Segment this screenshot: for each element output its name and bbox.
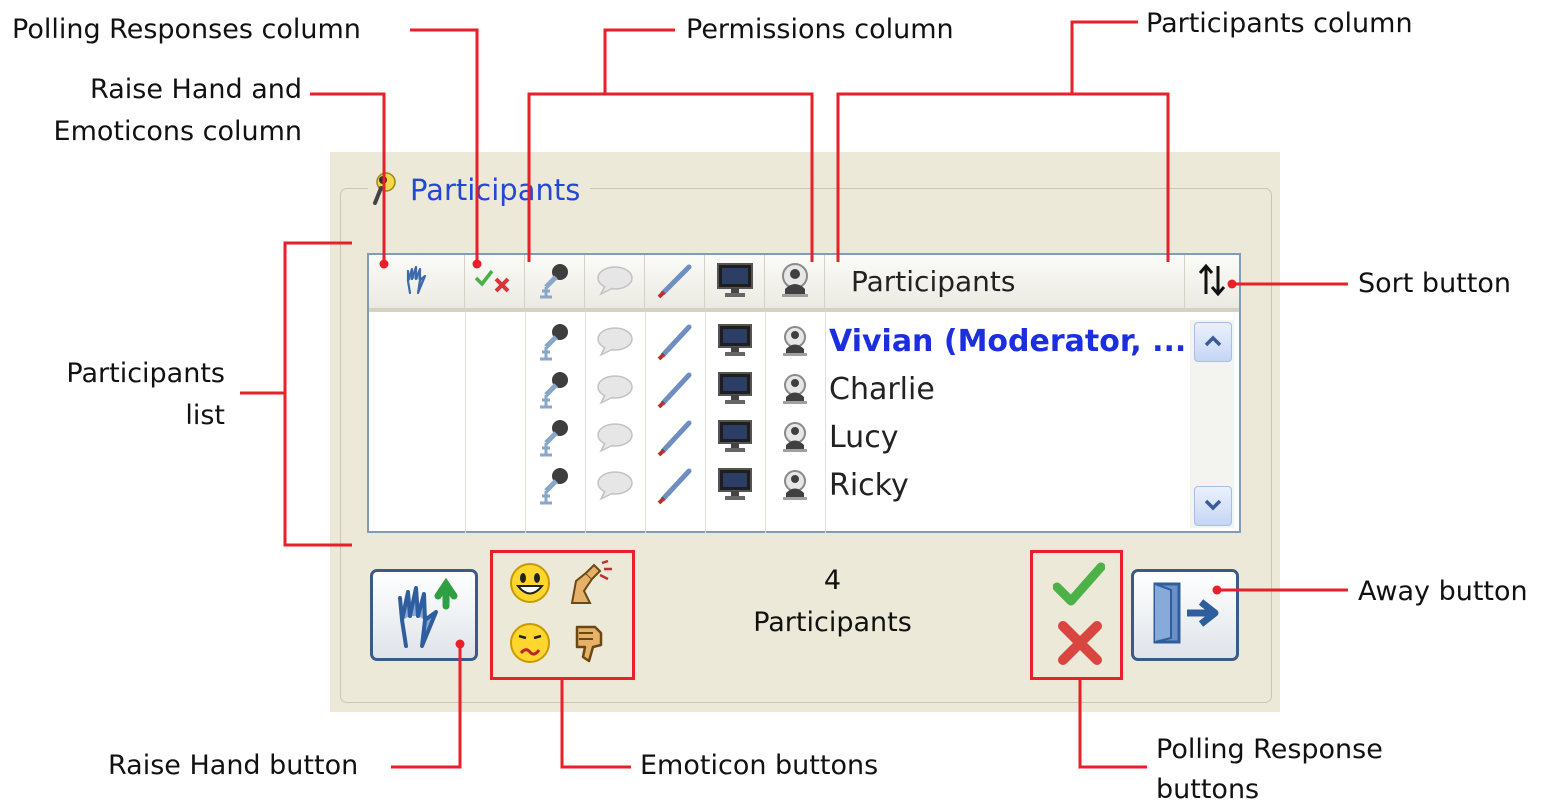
away-button[interactable] bbox=[1131, 569, 1239, 661]
scroll-down-button[interactable] bbox=[1194, 486, 1232, 526]
participant-name: Lucy bbox=[829, 419, 899, 455]
callout-raise-hand-column-line2: Emoticons column bbox=[53, 116, 302, 147]
microphone-icon bbox=[536, 261, 574, 303]
monitor-icon bbox=[715, 261, 755, 303]
polling-buttons-highlight bbox=[1030, 550, 1123, 680]
participant-row[interactable]: Lucy bbox=[369, 413, 1185, 461]
panel-title: Participants bbox=[368, 170, 591, 210]
scroll-up-button[interactable] bbox=[1194, 322, 1232, 362]
pen-icon[interactable] bbox=[645, 461, 705, 509]
callout-polling-response-buttons-line2: buttons bbox=[1156, 774, 1260, 805]
monitor-icon[interactable] bbox=[705, 413, 765, 461]
participant-count-label: Participants bbox=[753, 606, 912, 638]
chat-bubble-icon[interactable] bbox=[585, 461, 645, 509]
microphone-icon[interactable] bbox=[525, 461, 585, 509]
pen-icon[interactable] bbox=[645, 317, 705, 365]
chat-bubble-icon[interactable] bbox=[585, 413, 645, 461]
chevron-down-icon bbox=[1203, 497, 1223, 516]
panel-title-text: Participants bbox=[410, 173, 581, 207]
participant-row[interactable]: Charlie bbox=[369, 365, 1185, 413]
sort-button[interactable] bbox=[1185, 255, 1239, 312]
participant-row[interactable]: Vivian (Moderator, ... bbox=[369, 317, 1187, 365]
column-microphone-permission[interactable] bbox=[525, 255, 585, 308]
chat-bubble-icon[interactable] bbox=[585, 365, 645, 413]
webcam-icon bbox=[776, 261, 814, 303]
callout-participants-column: Participants column bbox=[1146, 8, 1413, 39]
column-chat-permission[interactable] bbox=[585, 255, 645, 308]
callout-raise-hand-column-line1: Raise Hand and bbox=[90, 74, 302, 105]
chat-bubble-icon bbox=[595, 264, 635, 300]
participant-count: 4 Participants bbox=[720, 560, 945, 644]
participant-row[interactable]: Ricky bbox=[369, 461, 1185, 509]
column-raise-hand[interactable] bbox=[369, 255, 465, 308]
monitor-icon[interactable] bbox=[705, 365, 765, 413]
column-polling-responses[interactable] bbox=[465, 255, 525, 308]
sort-arrows-icon bbox=[1197, 263, 1227, 301]
raise-hand-icon bbox=[400, 263, 434, 301]
webcam-icon[interactable] bbox=[765, 365, 825, 413]
microphone-icon[interactable] bbox=[525, 317, 585, 365]
participant-name: Ricky bbox=[829, 467, 909, 503]
participant-count-number: 4 bbox=[823, 565, 842, 596]
list-scrollbar[interactable] bbox=[1190, 320, 1234, 528]
microphone-person-icon bbox=[368, 170, 402, 210]
callout-participants-list-line2: list bbox=[185, 400, 225, 431]
raise-hand-up-icon bbox=[384, 576, 464, 654]
participants-column-header: Participants bbox=[851, 265, 1016, 298]
list-header: Participants bbox=[369, 255, 1185, 312]
microphone-icon[interactable] bbox=[525, 365, 585, 413]
callout-permissions-column: Permissions column bbox=[686, 14, 954, 45]
column-webcam-permission[interactable] bbox=[765, 255, 825, 308]
monitor-icon[interactable] bbox=[705, 317, 765, 365]
webcam-icon[interactable] bbox=[765, 317, 825, 365]
column-whiteboard-permission[interactable] bbox=[645, 255, 705, 308]
webcam-icon[interactable] bbox=[765, 413, 825, 461]
callout-raise-hand-button: Raise Hand button bbox=[108, 750, 359, 781]
microphone-icon[interactable] bbox=[525, 413, 585, 461]
participants-list[interactable]: Participants Vivian (Moderator, ... Charl… bbox=[367, 253, 1241, 533]
callout-polling-responses-column: Polling Responses column bbox=[12, 14, 361, 45]
callout-away-button: Away button bbox=[1358, 576, 1528, 607]
monitor-icon[interactable] bbox=[705, 461, 765, 509]
callout-polling-response-buttons-line1: Polling Response bbox=[1156, 734, 1383, 765]
pen-icon bbox=[655, 261, 695, 303]
callout-sort-button: Sort button bbox=[1358, 268, 1511, 299]
emoticon-buttons-highlight bbox=[490, 550, 635, 680]
webcam-icon[interactable] bbox=[765, 461, 825, 509]
chevron-up-icon bbox=[1203, 333, 1223, 352]
column-screen-share-permission[interactable] bbox=[705, 255, 765, 308]
callout-participants-list-line1: Participants bbox=[66, 358, 225, 389]
column-participants[interactable]: Participants bbox=[825, 255, 1185, 308]
pen-icon[interactable] bbox=[645, 365, 705, 413]
participant-name: Vivian (Moderator, ... bbox=[829, 323, 1187, 359]
exit-door-icon bbox=[1145, 580, 1225, 650]
raise-hand-button[interactable] bbox=[370, 569, 478, 661]
participant-name: Charlie bbox=[829, 371, 935, 407]
chat-bubble-icon[interactable] bbox=[585, 317, 645, 365]
polling-check-x-icon bbox=[473, 265, 517, 299]
pen-icon[interactable] bbox=[645, 413, 705, 461]
callout-emoticon-buttons: Emoticon buttons bbox=[640, 750, 879, 781]
